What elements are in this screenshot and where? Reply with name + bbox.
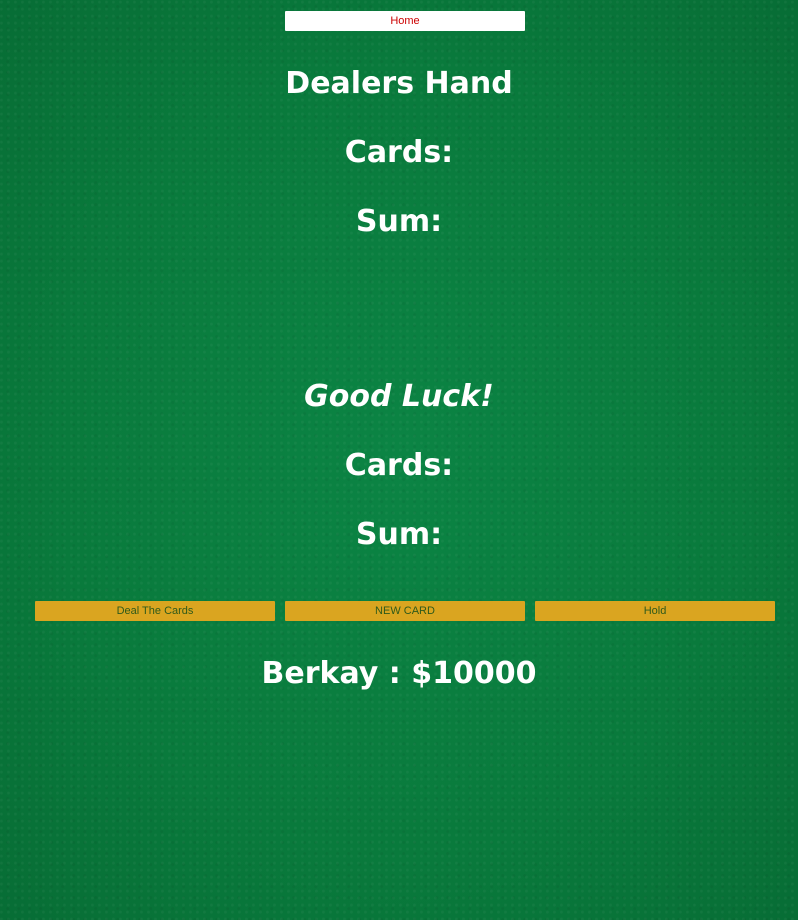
player-sum-label: Sum: (355, 517, 443, 552)
dealer-cards-label: Cards: (344, 135, 454, 170)
hold-button[interactable]: Hold (535, 601, 775, 621)
home-button[interactable]: Home (285, 11, 525, 31)
dealer-hand-title: Dealers Hand (285, 66, 513, 101)
new-card-button[interactable]: NEW CARD (285, 601, 525, 621)
player-cards-label: Cards: (344, 448, 454, 483)
dealer-sum-label: Sum: (355, 204, 443, 239)
deal-cards-button[interactable]: Deal The Cards (35, 601, 275, 621)
player-balance: Berkay : $10000 (261, 656, 537, 691)
good-luck-message: Good Luck! (304, 379, 494, 414)
